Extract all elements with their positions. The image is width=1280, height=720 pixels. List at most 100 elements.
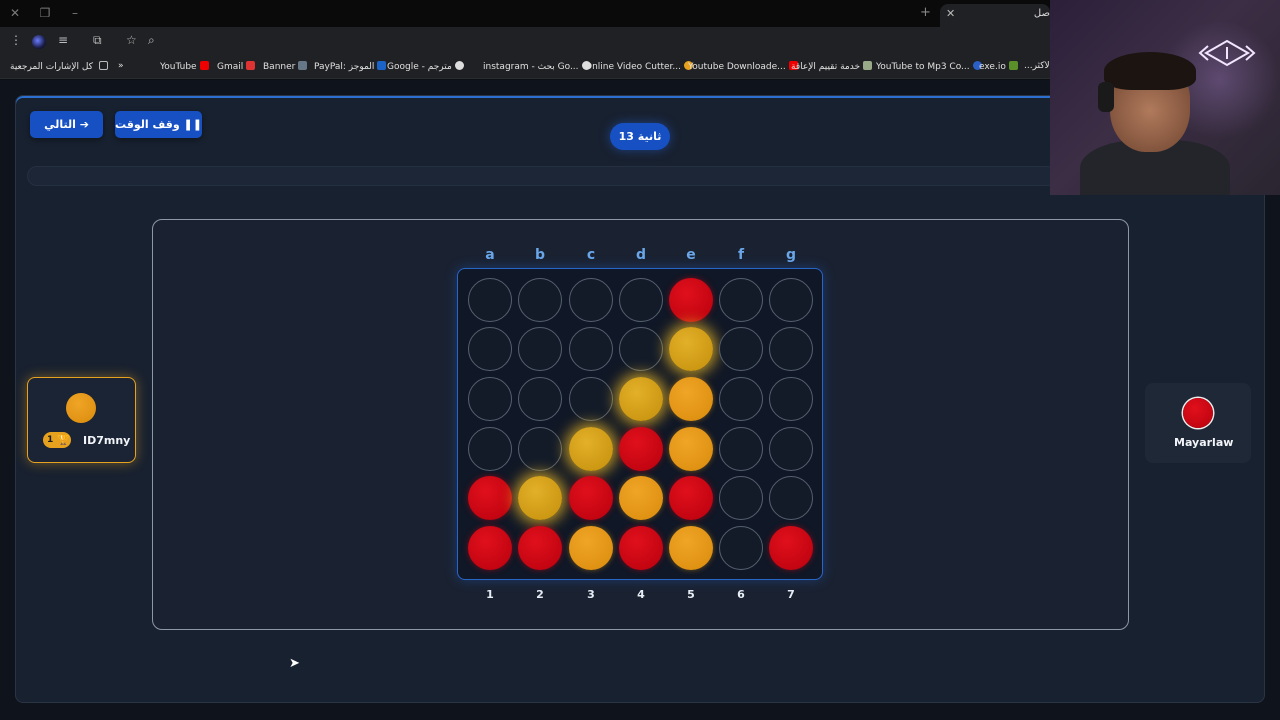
board-slot-empty[interactable]: [769, 427, 813, 471]
folder-icon: [98, 61, 108, 70]
bookmark-translate[interactable]: Google - مترجم: [387, 61, 464, 72]
youtube-icon: [199, 61, 209, 70]
column-label: c: [586, 247, 596, 263]
column-label: d: [635, 247, 647, 263]
winning-yellow-disc[interactable]: [619, 377, 663, 421]
board-slot-empty[interactable]: [569, 327, 613, 371]
board-slot-empty[interactable]: [719, 327, 763, 371]
browser-toolbar: ⋮ ≡ ⧉ ☆ ⌕: [0, 27, 1050, 55]
browser-titlebar: ✕ ❐ – + ✕ صل: [0, 0, 1050, 27]
player-disc-yellow: [66, 393, 96, 423]
yellow-disc[interactable]: [669, 427, 713, 471]
palm-icon: [863, 61, 873, 70]
next-button[interactable]: التالي ➔: [30, 111, 103, 138]
player-card-left: 1 🏆 ID7mny: [27, 377, 136, 463]
score-value: 1: [47, 435, 54, 445]
mouse-cursor-icon: ➤: [289, 656, 300, 671]
red-disc[interactable]: [769, 526, 813, 570]
red-disc[interactable]: [569, 476, 613, 520]
bookmark-youtube[interactable]: YouTube: [160, 61, 209, 72]
board-slot-empty[interactable]: [468, 278, 512, 322]
board-slot-empty[interactable]: [619, 278, 663, 322]
bookmark-all[interactable]: كل الإشارات المرجعية: [10, 61, 108, 72]
bookmark-mp3[interactable]: YouTube to Mp3 Co...: [876, 61, 982, 72]
board-slot-empty[interactable]: [719, 476, 763, 520]
pause-button-label: وقف الوقت: [115, 118, 180, 131]
bookmark-paypal[interactable]: PayPal: الموجز: [314, 61, 387, 72]
more-bookmarks-chevron[interactable]: »: [118, 61, 124, 71]
player-card-right: Mayarlaw: [1145, 383, 1251, 463]
board-slot-empty[interactable]: [719, 278, 763, 322]
player-name-right: Mayarlaw: [1174, 436, 1234, 449]
pause-timer-button[interactable]: وقف الوقت ❚❚: [115, 111, 202, 138]
minimize-window-icon[interactable]: –: [67, 5, 83, 21]
column-number: 3: [587, 588, 595, 601]
bookmark-instagram[interactable]: instagram - بحث Go...: [483, 61, 591, 72]
tab-close-icon[interactable]: ✕: [946, 7, 955, 20]
player-disc-red: [1183, 398, 1213, 428]
bookmark-star-icon[interactable]: ☆: [126, 33, 137, 47]
red-disc[interactable]: [669, 278, 713, 322]
board-slot-empty[interactable]: [518, 278, 562, 322]
red-disc[interactable]: [669, 476, 713, 520]
red-disc[interactable]: [619, 427, 663, 471]
tab-title: صل: [1033, 8, 1050, 19]
board-slot-empty[interactable]: [719, 526, 763, 570]
bookmark-gmail[interactable]: Gmail: [217, 61, 256, 72]
google-icon: [454, 61, 464, 70]
person-hair: [1104, 52, 1196, 90]
board-slot-empty[interactable]: [769, 377, 813, 421]
extensions-icon[interactable]: ⧉: [93, 33, 102, 48]
turn-timer: 13 ثانية: [610, 123, 670, 150]
column-label: e: [686, 247, 696, 263]
board-slot-empty[interactable]: [619, 327, 663, 371]
bookmark-exe[interactable]: exe.io: [979, 61, 1018, 72]
yellow-disc[interactable]: [569, 526, 613, 570]
board-slot-empty[interactable]: [769, 327, 813, 371]
board-slot-empty[interactable]: [569, 278, 613, 322]
red-disc[interactable]: [518, 526, 562, 570]
winning-yellow-disc[interactable]: [669, 327, 713, 371]
bookmarks-bar: كل الإشارات المرجعية » YouTube Gmail Ban…: [0, 55, 1052, 79]
board-slot-empty[interactable]: [719, 377, 763, 421]
browser-tab[interactable]: ✕ صل: [940, 4, 1050, 27]
neon-logo-icon: [1198, 39, 1256, 67]
yellow-disc[interactable]: [669, 377, 713, 421]
board-slot-empty[interactable]: [569, 377, 613, 421]
bookmark-youtube-downloader[interactable]: Youtube Downloade...: [688, 61, 798, 72]
gmail-icon: [246, 61, 256, 70]
close-window-icon[interactable]: ✕: [7, 5, 23, 21]
search-icon[interactable]: ⌕: [148, 33, 155, 48]
red-disc[interactable]: [468, 526, 512, 570]
column-label: b: [534, 247, 546, 263]
column-label: g: [785, 247, 797, 263]
restore-window-icon[interactable]: ❐: [37, 5, 53, 21]
board-slot-empty[interactable]: [719, 427, 763, 471]
reading-list-icon[interactable]: ≡: [58, 33, 68, 47]
paypal-icon: [377, 61, 387, 70]
winning-yellow-disc[interactable]: [518, 476, 562, 520]
profile-avatar[interactable]: [32, 35, 46, 49]
board-slot-empty[interactable]: [518, 377, 562, 421]
board-slot-empty[interactable]: [468, 427, 512, 471]
bookmark-more[interactable]: ...الاكثر: [1024, 61, 1052, 71]
column-number: 2: [536, 588, 544, 601]
yellow-disc[interactable]: [669, 526, 713, 570]
yellow-disc[interactable]: [619, 476, 663, 520]
board-slot-empty[interactable]: [769, 476, 813, 520]
new-tab-icon[interactable]: +: [920, 5, 931, 20]
column-label: a: [485, 247, 495, 263]
bookmark-banner[interactable]: Banner: [263, 61, 308, 72]
red-disc[interactable]: [619, 526, 663, 570]
bookmark-disability[interactable]: خدمة تقييم الإعاقة: [791, 61, 873, 72]
board-slot-empty[interactable]: [518, 327, 562, 371]
board-slot-empty[interactable]: [468, 377, 512, 421]
board-slot-empty[interactable]: [518, 427, 562, 471]
menu-dots-icon[interactable]: ⋮: [10, 33, 22, 47]
red-disc[interactable]: [468, 476, 512, 520]
board-slot-empty[interactable]: [769, 278, 813, 322]
board-slot-empty[interactable]: [468, 327, 512, 371]
bookmark-video-cutter[interactable]: Online Video Cutter...: [585, 61, 694, 72]
column-number: 5: [687, 588, 695, 601]
winning-yellow-disc[interactable]: [569, 427, 613, 471]
